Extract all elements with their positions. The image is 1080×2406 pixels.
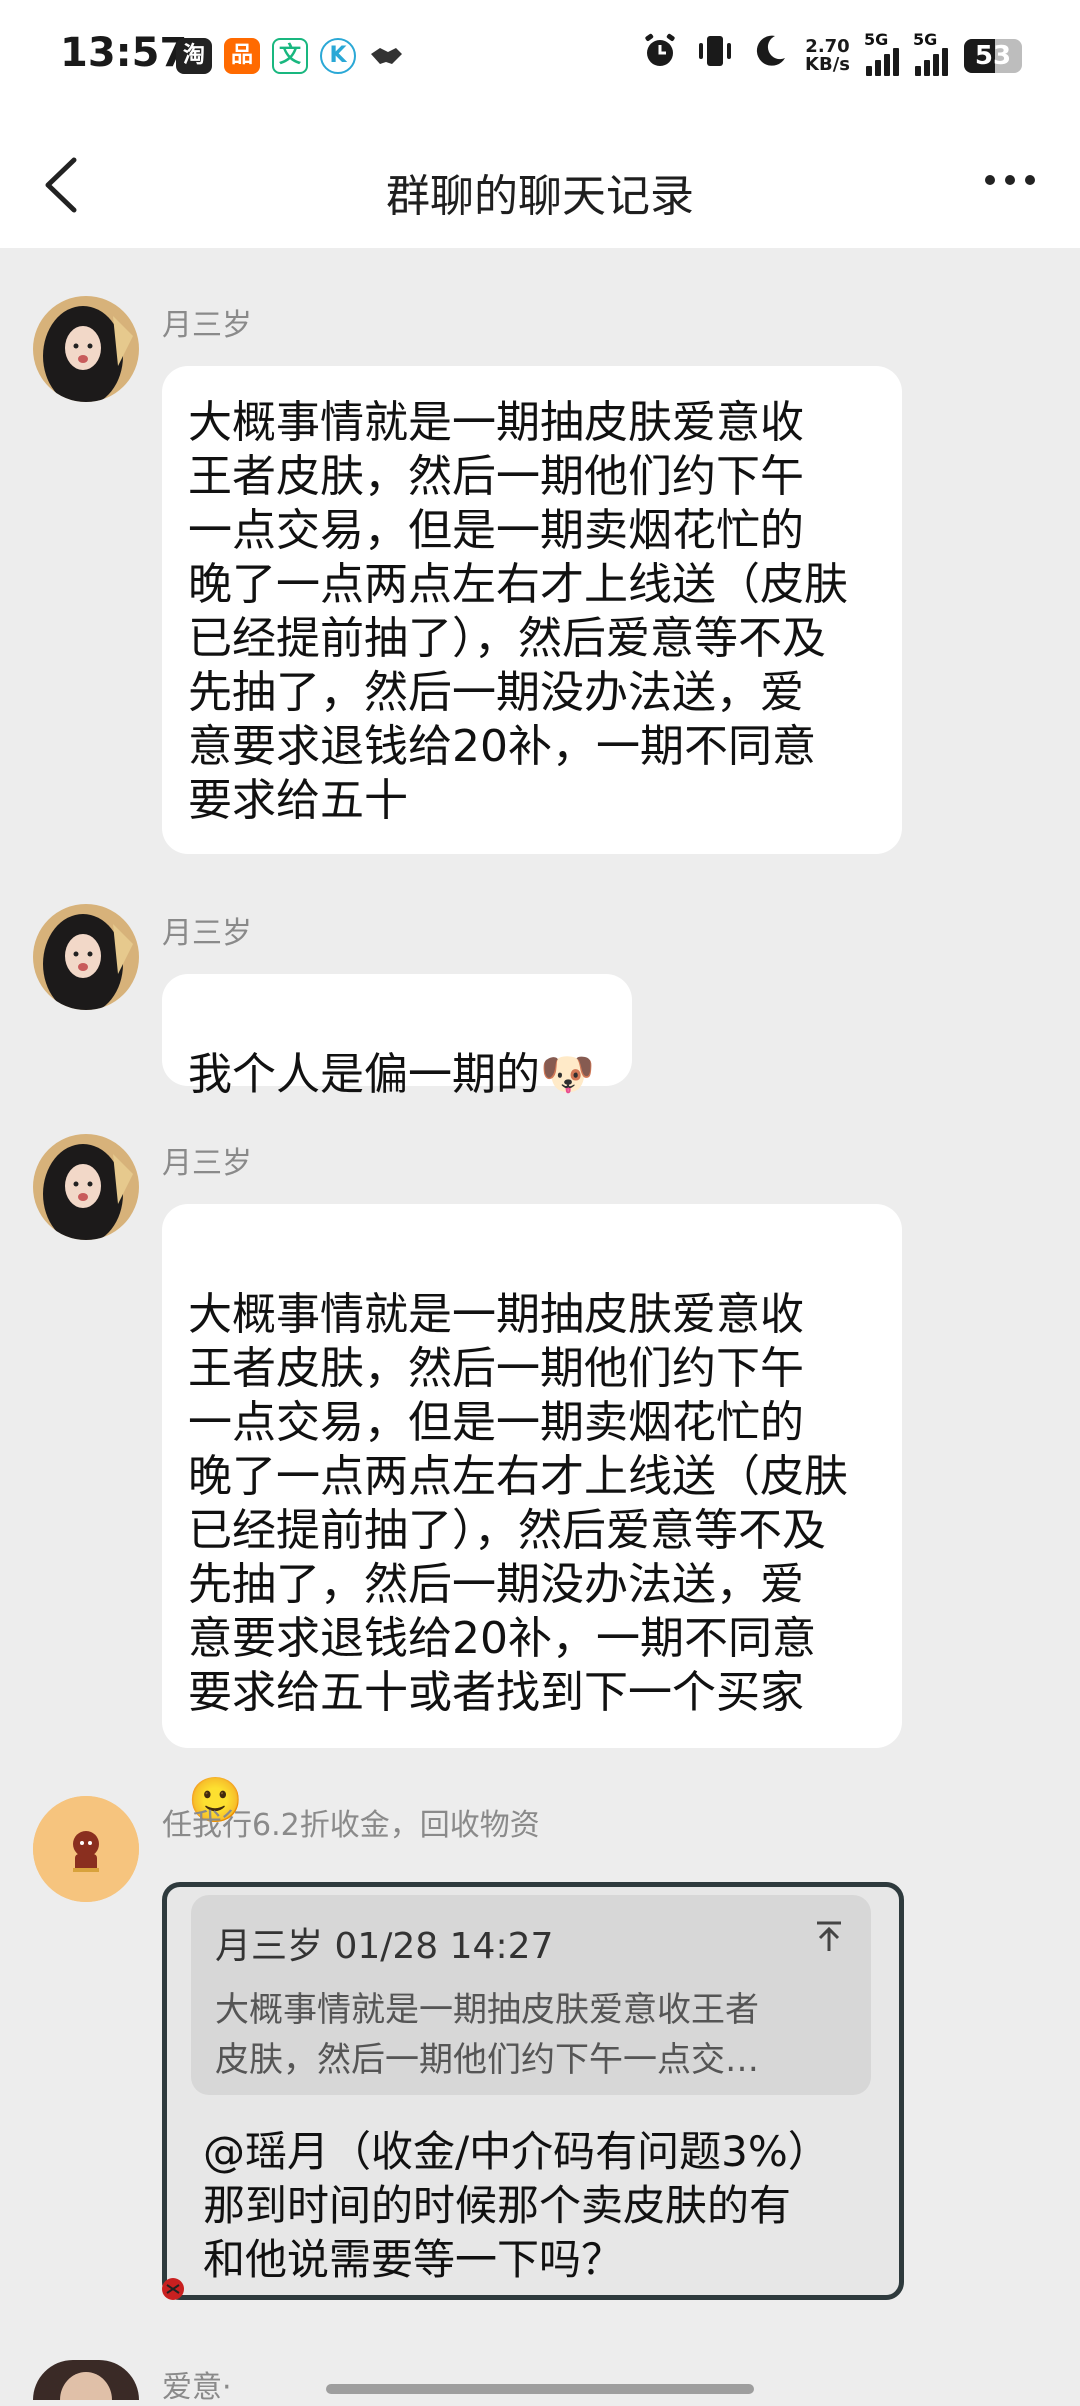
- sender-name: 月三岁: [162, 916, 252, 951]
- message-text: 大概事情就是一期抽皮肤爱意收 王者皮肤，然后一期他们约下午 一点交易，但是一期卖…: [188, 1289, 848, 1718]
- avatar[interactable]: [33, 296, 139, 402]
- message-text: @瑶月（收金/中介码有问题3%） 那到时间的时候那个卖皮肤的有 和他说需要等一下…: [203, 2127, 830, 2284]
- network-speed: 2.70 KB/s: [805, 35, 850, 75]
- sender-name: 任我行6.2折收金，回收物资: [162, 1808, 540, 1843]
- k-icon: K: [320, 38, 356, 74]
- message-bubble[interactable]: 大概事情就是一期抽皮肤爱意收 王者皮肤，然后一期他们约下午 一点交易，但是一期卖…: [162, 366, 902, 854]
- sender-name: 爱意·: [162, 2370, 232, 2405]
- quote-header: 月三岁 01/28 14:27: [215, 1926, 554, 1967]
- battery-icon: 53: [964, 38, 1022, 73]
- vibrate-icon: [695, 32, 735, 79]
- taobao-icon: 淘: [176, 38, 212, 74]
- message-bubble[interactable]: 我个人是偏一期的🐶: [162, 974, 632, 1100]
- avatar[interactable]: [33, 1796, 139, 1902]
- avatar[interactable]: [33, 1134, 139, 1240]
- alarm-icon: [641, 32, 679, 79]
- message-bubble[interactable]: 月三岁 01/28 14:27 大概事情就是一期抽皮肤爱意收王者 皮肤，然后一期…: [162, 1882, 904, 2300]
- more-button[interactable]: [980, 160, 1040, 200]
- jump-to-top-icon[interactable]: [809, 1917, 849, 1957]
- home-indicator[interactable]: [326, 2384, 754, 2394]
- more-dots-icon: [985, 175, 1035, 185]
- avatar[interactable]: [33, 904, 139, 1010]
- status-bar: 13:57 淘 品 文 K 2.70 KB/s 5G 5G 53: [0, 0, 1080, 120]
- signal-icon: 5G: [913, 30, 948, 76]
- signal-icon: 5G: [864, 30, 899, 76]
- status-time: 13:57: [60, 30, 188, 76]
- battery-level: 53: [974, 40, 1012, 71]
- translate-icon: 文: [272, 38, 308, 74]
- quoted-message[interactable]: 月三岁 01/28 14:27 大概事情就是一期抽皮肤爱意收王者 皮肤，然后一期…: [191, 1895, 871, 2095]
- page-title: 群聊的聊天记录: [386, 171, 694, 222]
- status-right: 2.70 KB/s 5G 5G 53: [641, 30, 1022, 79]
- quote-text: 大概事情就是一期抽皮肤爱意收王者 皮肤，然后一期他们约下午一点交…: [215, 1990, 759, 2080]
- dog-emoji-icon: 🐶: [540, 1049, 595, 1100]
- notification-icons: 淘 品 文 K: [176, 38, 404, 74]
- avatar[interactable]: [33, 2360, 139, 2400]
- spider-decoration-icon: [162, 2278, 184, 2300]
- moon-icon: [751, 32, 789, 79]
- sender-name: 月三岁: [162, 1146, 252, 1181]
- message-bubble[interactable]: 大概事情就是一期抽皮肤爱意收 王者皮肤，然后一期他们约下午 一点交易，但是一期卖…: [162, 1204, 902, 1826]
- chat-header: 群聊的聊天记录: [0, 120, 1080, 248]
- handshake-icon: [368, 38, 404, 74]
- app-icon: 品: [224, 38, 260, 74]
- message-text: 我个人是偏一期的: [188, 1049, 540, 1100]
- sender-name: 月三岁: [162, 308, 252, 343]
